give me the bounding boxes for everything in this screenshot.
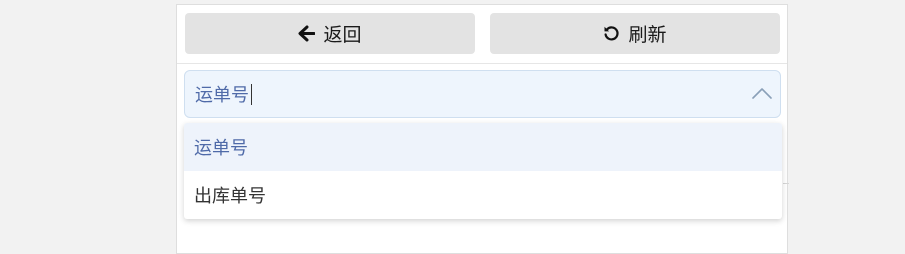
- back-button-label: 返回: [323, 24, 362, 46]
- divider: [783, 183, 789, 184]
- toolbar: 返回 刷新: [177, 5, 787, 64]
- select-dropdown: 运单号 出库单号: [184, 123, 782, 219]
- option-label: 运单号: [194, 138, 248, 159]
- arrow-left-icon: [298, 25, 316, 42]
- text-caret: [251, 83, 252, 105]
- option-waybill-number[interactable]: 运单号: [184, 123, 782, 171]
- option-label: 出库单号: [194, 186, 266, 207]
- chevron-up-icon[interactable]: [752, 85, 772, 107]
- select-value: 运单号: [195, 85, 249, 106]
- refresh-button[interactable]: 刷新: [490, 13, 780, 54]
- option-outbound-number[interactable]: 出库单号: [184, 171, 782, 219]
- search-type-select[interactable]: 运单号: [184, 70, 781, 118]
- refresh-icon: [603, 25, 620, 42]
- back-button[interactable]: 返回: [185, 13, 475, 54]
- refresh-button-label: 刷新: [628, 24, 667, 46]
- main-panel: 返回 刷新 运单号 运单号 出库单号: [176, 4, 789, 254]
